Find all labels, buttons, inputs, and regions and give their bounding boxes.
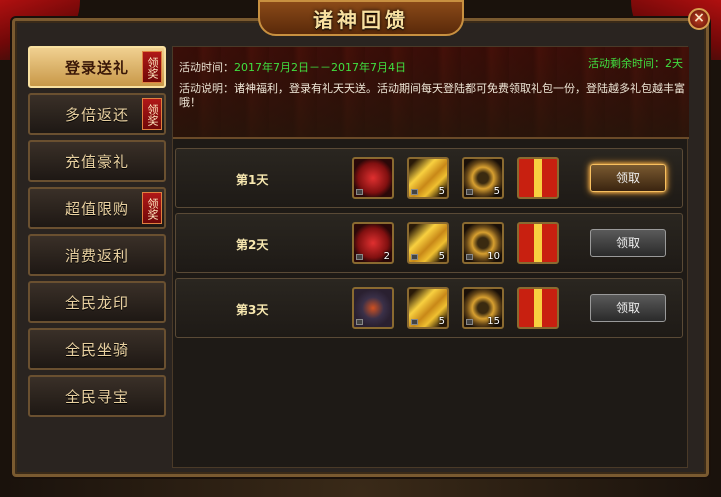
lock-icon bbox=[411, 319, 418, 325]
sidebar-item-spending-rebate[interactable]: 消费返利 bbox=[28, 234, 166, 276]
gold-badge-icon[interactable]: 10 bbox=[462, 222, 504, 264]
dialog-title: 诸神回馈 bbox=[313, 7, 409, 32]
desc-text: 诸神福利，登录有礼天天送。活动期间每天登陆都可免费领取礼包一份，登陆越多礼包越丰… bbox=[179, 82, 685, 109]
lock-icon bbox=[356, 254, 363, 260]
content-panel: 活动时间：2017年7月2日－－2017年7月4日 活动剩余时间：2天 活动说明… bbox=[172, 46, 689, 468]
skill-scroll-icon[interactable] bbox=[352, 287, 394, 329]
red-gem-icon[interactable] bbox=[352, 157, 394, 199]
red-gem-icon[interactable]: 2 bbox=[352, 222, 394, 264]
gold-badge-icon[interactable]: 15 bbox=[462, 287, 504, 329]
activity-time: 活动时间：2017年7月2日－－2017年7月4日 bbox=[179, 59, 406, 75]
day-label: 第2天 bbox=[236, 238, 269, 252]
sidebar-item-label: 消费返利 bbox=[64, 246, 129, 265]
title-plate: 诸神回馈 bbox=[258, 0, 464, 36]
reward-badge: 领奖 bbox=[142, 51, 162, 83]
sidebar-item-label: 全民寻宝 bbox=[64, 387, 129, 406]
claim-button[interactable]: 领取 bbox=[590, 229, 666, 257]
reward-row-day-2: 第2天 2 5 10 领取 bbox=[175, 213, 683, 273]
day-label: 第3天 bbox=[236, 303, 269, 317]
item-count: 5 bbox=[438, 186, 445, 197]
gold-ingot-icon[interactable]: 5 bbox=[407, 222, 449, 264]
item-count: 5 bbox=[438, 251, 445, 262]
day-label: 第1天 bbox=[236, 173, 269, 187]
sidebar-item-limited-purchase[interactable]: 超值限购 领奖 bbox=[28, 187, 166, 229]
remaining-value: 2天 bbox=[665, 57, 683, 70]
sidebar-item-label: 充值豪礼 bbox=[64, 152, 129, 171]
sidebar-item-treasure-hunt[interactable]: 全民寻宝 bbox=[28, 375, 166, 417]
remaining-label: 活动剩余时间： bbox=[588, 57, 665, 70]
gift-box-icon[interactable] bbox=[517, 157, 559, 199]
claim-button[interactable]: 领取 bbox=[590, 294, 666, 322]
reward-row-day-3: 第3天 5 15 领取 bbox=[175, 278, 683, 338]
lock-icon bbox=[356, 319, 363, 325]
sidebar-item-recharge-gift[interactable]: 充值豪礼 bbox=[28, 140, 166, 182]
gold-ingot-icon[interactable]: 5 bbox=[407, 157, 449, 199]
reward-row-day-1: 第1天 5 5 领取 bbox=[175, 148, 683, 208]
sidebar-item-login-gift[interactable]: 登录送礼 领奖 bbox=[28, 46, 166, 88]
time-value: 2017年7月2日－－2017年7月4日 bbox=[234, 61, 406, 74]
gift-box-icon[interactable] bbox=[517, 222, 559, 264]
gold-badge-icon[interactable]: 5 bbox=[462, 157, 504, 199]
activity-banner: 活动时间：2017年7月2日－－2017年7月4日 活动剩余时间：2天 活动说明… bbox=[173, 47, 689, 139]
lock-icon bbox=[356, 189, 363, 195]
gold-ingot-icon[interactable]: 5 bbox=[407, 287, 449, 329]
reward-badge: 领奖 bbox=[142, 98, 162, 130]
game-background: 诸神回馈 × 登录送礼 领奖 多倍返还 领奖 充值豪礼 超值限购 领奖 消费返利… bbox=[0, 0, 721, 497]
item-count: 2 bbox=[383, 251, 390, 262]
remaining-time: 活动剩余时间：2天 bbox=[588, 55, 683, 71]
claim-button[interactable]: 领取 bbox=[590, 164, 666, 192]
time-label: 活动时间： bbox=[179, 61, 234, 74]
sidebar-item-mount[interactable]: 全民坐骑 bbox=[28, 328, 166, 370]
sidebar-item-multiplier-return[interactable]: 多倍返还 领奖 bbox=[28, 93, 166, 135]
desc-label: 活动说明： bbox=[179, 82, 234, 95]
item-count: 15 bbox=[487, 316, 500, 327]
lock-icon bbox=[466, 189, 473, 195]
lock-icon bbox=[411, 189, 418, 195]
sidebar-item-label: 登录送礼 bbox=[64, 58, 129, 77]
item-count: 10 bbox=[487, 251, 500, 262]
lock-icon bbox=[466, 254, 473, 260]
item-count: 5 bbox=[438, 316, 445, 327]
gift-box-icon[interactable] bbox=[517, 287, 559, 329]
sidebar-item-dragon-seal[interactable]: 全民龙印 bbox=[28, 281, 166, 323]
sidebar-item-label: 超值限购 bbox=[64, 199, 129, 218]
close-button[interactable]: × bbox=[688, 8, 710, 30]
lock-icon bbox=[466, 319, 473, 325]
item-count: 5 bbox=[493, 186, 500, 197]
sidebar-item-label: 全民坐骑 bbox=[64, 340, 129, 359]
sidebar-item-label: 多倍返还 bbox=[64, 105, 129, 124]
sidebar-item-label: 全民龙印 bbox=[64, 293, 129, 312]
activity-description: 活动说明：诸神福利，登录有礼天天送。活动期间每天登陆都可免费领取礼包一份，登陆越… bbox=[179, 82, 685, 110]
lock-icon bbox=[411, 254, 418, 260]
reward-badge: 领奖 bbox=[142, 192, 162, 224]
sidebar: 登录送礼 领奖 多倍返还 领奖 充值豪礼 超值限购 领奖 消费返利 全民龙印 全… bbox=[28, 46, 166, 422]
